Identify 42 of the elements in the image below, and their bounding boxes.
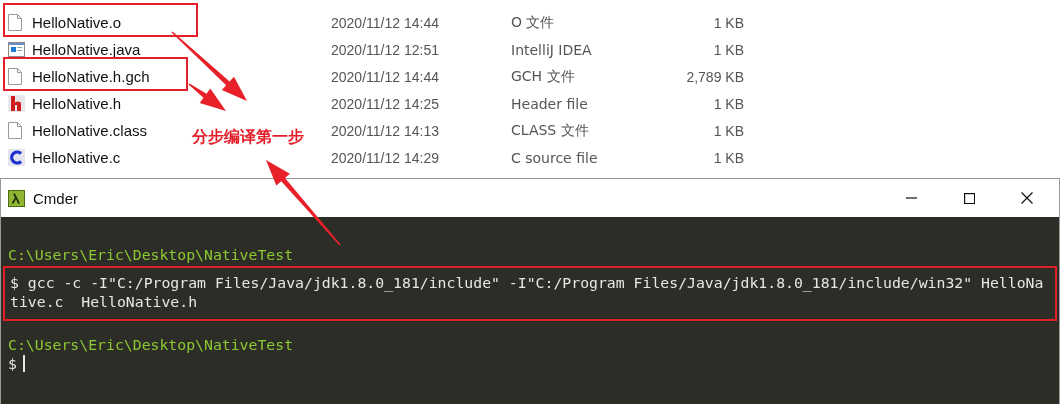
file-name[interactable]: HelloNative.h.gch xyxy=(32,68,150,85)
shell-prompt: $ xyxy=(8,354,17,374)
file-size: 1 KB xyxy=(712,41,744,58)
window-title: Cmder xyxy=(33,189,78,207)
file-name[interactable]: HelloNative.java xyxy=(32,41,141,58)
file-type: CLASS 文件 xyxy=(511,121,590,140)
modified-date: 2020/11/12 14:44 xyxy=(331,68,440,85)
file-icon xyxy=(8,14,22,31)
annotation-text: 分步编译第一步 xyxy=(192,127,304,148)
command-text: tive.c HelloNative.h xyxy=(10,292,198,312)
file-type: O 文件 xyxy=(511,13,556,32)
file-type: IntelliJ IDEA xyxy=(511,41,593,58)
window-icon xyxy=(8,42,25,57)
modified-date: 2020/11/12 14:44 xyxy=(331,14,440,31)
file-icon xyxy=(8,68,22,85)
modified-date: 2020/11/12 14:13 xyxy=(331,122,440,139)
file-name[interactable]: HelloNative.o xyxy=(32,14,122,31)
file-icon xyxy=(8,122,22,139)
minimize-icon xyxy=(905,197,917,199)
file-size: 1 KB xyxy=(712,149,744,166)
file-name[interactable]: HelloNative.c xyxy=(32,149,121,166)
file-type: GCH 文件 xyxy=(511,67,576,86)
file-size: 2,789 KB xyxy=(685,68,744,85)
c-file-icon xyxy=(8,149,25,166)
file-size: 1 KB xyxy=(712,122,744,139)
command-text: $ gcc -c -I"C:/Program Files/Java/jdk1.8.0_181/include" -I"C:/Program Files/Java/jdk1.8.0_181/include/win32" HelloNa xyxy=(10,272,1044,292)
file-type: Header file xyxy=(511,95,589,112)
file-size: 1 KB xyxy=(712,95,744,112)
directory-path: C:\Users\Eric\Desktop\NativeTest xyxy=(8,245,294,265)
file-size: 1 KB xyxy=(712,14,744,31)
maximize-icon xyxy=(963,192,975,204)
file-name[interactable]: HelloNative.class xyxy=(32,122,148,139)
modified-date: 2020/11/12 14:29 xyxy=(331,149,440,166)
file-type: C source file xyxy=(511,149,599,166)
lambda-icon xyxy=(8,189,25,207)
directory-path: C:\Users\Eric\Desktop\NativeTest xyxy=(8,334,294,354)
header-file-icon xyxy=(8,95,25,112)
file-name[interactable]: HelloNative.h xyxy=(32,95,122,112)
text-cursor xyxy=(22,355,25,373)
modified-date: 2020/11/12 14:25 xyxy=(331,95,440,112)
modified-date: 2020/11/12 12:51 xyxy=(331,41,440,58)
close-icon xyxy=(1021,192,1033,204)
